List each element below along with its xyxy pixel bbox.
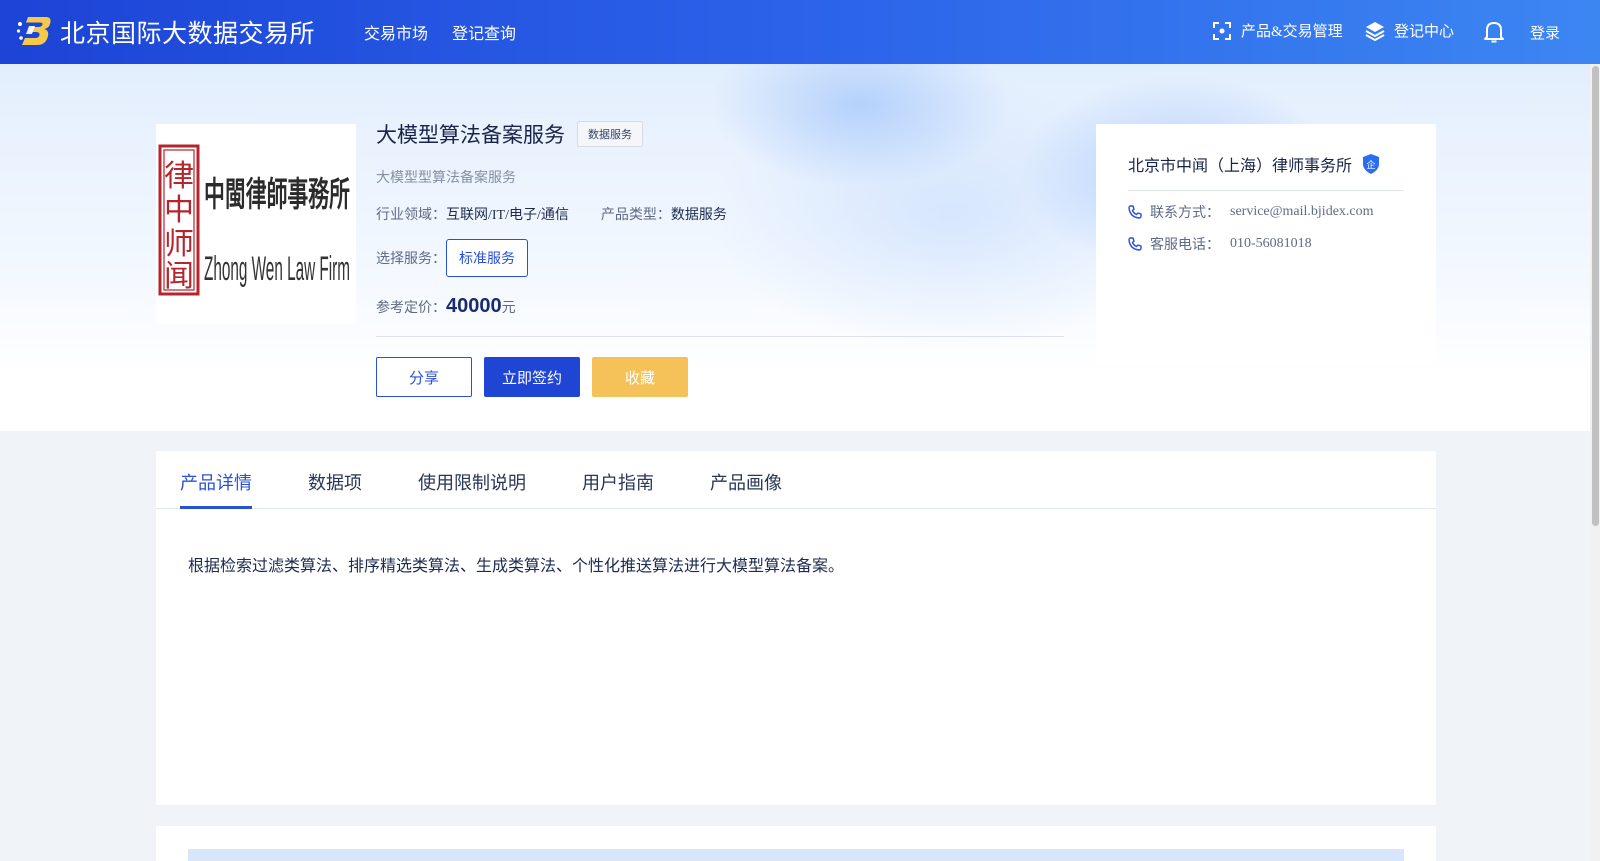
nav-trade-market[interactable]: 交易市场 [364,20,428,44]
contact-email-row: 联系方式： service@mail.bjidex.com [1128,202,1404,222]
bjidex-logo-icon[interactable] [16,14,52,48]
standard-service-option[interactable]: 标准服务 [446,239,528,277]
product-hero-section: 律 中 师 闻 中閩律師事務所 Zhong Wen Law Firm 大模型算法… [0,64,1590,431]
product-type-label: 产品类型： [600,208,671,223]
phone-icon [1128,205,1142,219]
nav-registry-query[interactable]: 登记查询 [452,20,516,44]
product-type-tag: 数据服务 [577,121,643,147]
enterprise-badge-icon: 企 [1363,154,1380,174]
industry-label: 行业领域： [376,208,446,223]
lower-section-card [156,826,1436,861]
product-name-row: 大模型算法备案服务 数据服务 [376,119,1066,149]
action-buttons: 分享 立即签约 收藏 [376,357,1066,397]
active-tab-indicator [180,506,252,509]
hotline-value: 010-56081018 [1230,236,1312,251]
bell-icon[interactable] [1483,20,1505,44]
product-trade-management-link[interactable]: 产品&交易管理 [1212,20,1343,41]
product-subtitle: 大模型型算法备案服务 [376,171,516,186]
detail-tabs: 产品详情 数据项 使用限制说明 用户指南 产品画像 [156,451,1436,509]
service-select-row: 选择服务： 标准服务 [376,239,1066,277]
page-scrollbar[interactable] [1590,64,1600,861]
site-title[interactable]: 北京国际大数据交易所 [60,14,315,50]
select-service-label: 选择服务： [376,252,446,267]
product-type-value: 数据服务 [670,208,727,223]
hotline-label: 客服电话： [1150,238,1220,253]
lower-section-header-strip [188,849,1404,861]
meta-spacer [569,204,601,224]
registry-center-label: 登记中心 [1394,24,1455,40]
svg-text:Zhong Wen Law Firm: Zhong Wen Law Firm [204,250,350,288]
login-link[interactable]: 登录 [1530,22,1560,43]
layers-icon [1365,21,1385,41]
contact-label: 联系方式： [1150,206,1220,221]
svg-text:师: 师 [164,227,194,262]
price-unit: 元 [501,301,516,316]
svg-text:律: 律 [164,159,194,194]
product-detail-card: 产品详情 数据项 使用限制说明 用户指南 产品画像 根据检索过滤类算法、排序精选… [156,451,1436,805]
svg-text:企: 企 [1367,159,1376,171]
tab-product-portrait[interactable]: 产品画像 [710,469,782,495]
provider-name[interactable]: 北京市中闻（上海）律师事务所 [1128,152,1352,176]
share-button[interactable]: 分享 [376,357,472,397]
contact-email-value[interactable]: service@mail.bjidex.com [1230,204,1374,220]
industry-value: 互联网/IT/电子/通信 [446,208,569,223]
scrollbar-thumb[interactable] [1592,66,1599,526]
product-name: 大模型算法备案服务 [376,123,565,147]
tab-product-details[interactable]: 产品详情 [180,469,252,495]
price-label: 参考定价： [376,301,446,316]
svg-text:中閩律師事務所: 中閩律師事務所 [204,175,350,215]
product-logo-image: 律 中 师 闻 中閩律師事務所 Zhong Wen Law Firm [156,124,356,324]
product-meta-row: 行业领域： 互联网/IT/电子/通信 产品类型： 数据服务 [376,204,1066,224]
zhongwen-law-firm-logo: 律 中 师 闻 中閩律師事務所 Zhong Wen Law Firm [158,144,350,296]
svg-text:中: 中 [164,193,194,228]
product-trade-management-label: 产品&交易管理 [1241,24,1343,40]
tab-data-items[interactable]: 数据项 [308,469,362,495]
product-description: 根据检索过滤类算法、排序精选类算法、生成类算法、个性化推送算法进行大模型算法备案… [188,558,845,575]
provider-divider [1128,190,1404,191]
contact-hotline-row: 客服电话： 010-56081018 [1128,234,1404,254]
favorite-button[interactable]: 收藏 [592,357,688,397]
top-navigation-bar: 北京国际大数据交易所 交易市场 登记查询 产品&交易管理 登记中心 登录 [0,0,1600,64]
svg-text:闻: 闻 [164,259,194,294]
phone-icon [1128,237,1142,251]
tab-usage-restrictions[interactable]: 使用限制说明 [418,469,526,495]
product-info-panel: 大模型算法备案服务 数据服务 大模型型算法备案服务 行业领域： 互联网/IT/电… [376,119,1066,397]
registry-center-link[interactable]: 登记中心 [1365,20,1454,41]
scan-frame-icon [1213,21,1231,40]
price-row: 参考定价： 40000 元 [376,295,1066,318]
sign-now-button[interactable]: 立即签约 [484,357,580,397]
provider-name-row: 北京市中闻（上海）律师事务所 企 [1128,152,1404,176]
info-divider [376,336,1064,337]
tab-user-guide[interactable]: 用户指南 [582,469,654,495]
provider-card: 北京市中闻（上海）律师事务所 企 联系方式： service@mail.bjid… [1096,124,1436,364]
price-value: 40000 [446,295,502,317]
